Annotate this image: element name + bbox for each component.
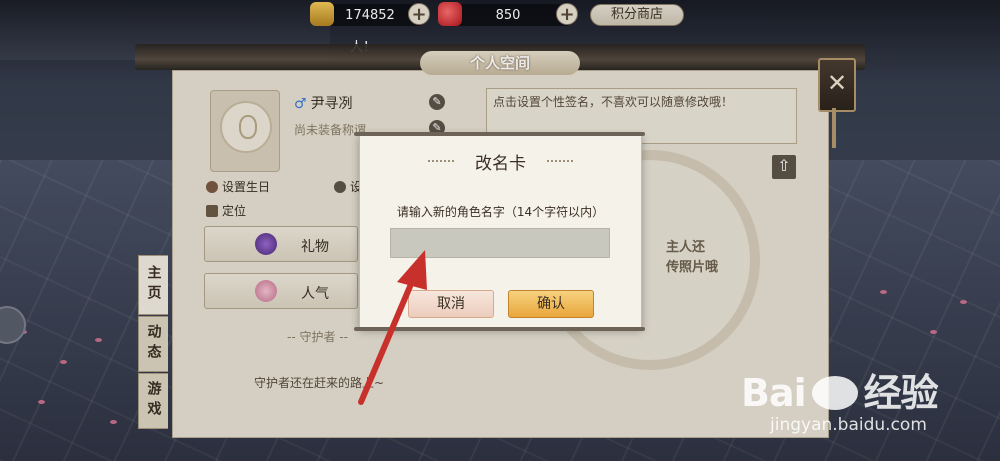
baidu-watermark-logo: Bai 经验 [741, 371, 939, 415]
watermark-url: jingyan.baidu.com [770, 415, 927, 435]
